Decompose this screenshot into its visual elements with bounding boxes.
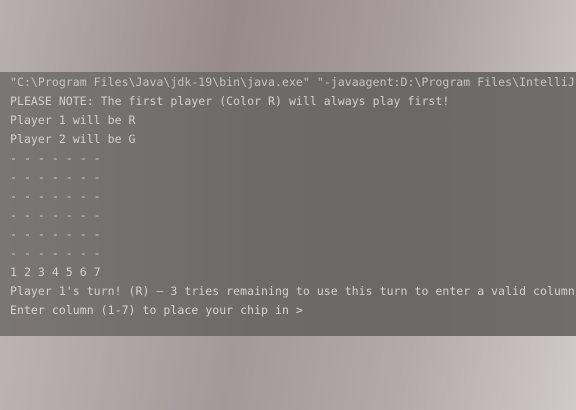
run-console-output[interactable]: "C:\Program Files\Java\jdk-19\bin\java.e… [0,72,576,336]
board-row: - - - - - - - [10,246,101,260]
board-row: - - - - - - - [10,189,101,203]
player1-line: Player 1 will be R [10,113,136,127]
board-row: - - - - - - - [10,227,101,241]
java-command-line: "C:\Program Files\Java\jdk-19\bin\java.e… [10,75,576,89]
input-prompt[interactable]: Enter column (1-7) to place your chip in… [10,303,310,317]
background-bottom [0,336,576,410]
player2-line: Player 2 will be G [10,132,136,146]
column-numbers: 1 2 3 4 5 6 7 [10,265,101,279]
board-row: - - - - - - - [10,151,101,165]
turn-line: Player 1's turn! (R) — 3 tries remaining… [10,284,575,298]
background-top [0,0,576,72]
board-row: - - - - - - - [10,170,101,184]
note-line: PLEASE NOTE: The first player (Color R) … [10,94,450,108]
board-row: - - - - - - - [10,208,101,222]
